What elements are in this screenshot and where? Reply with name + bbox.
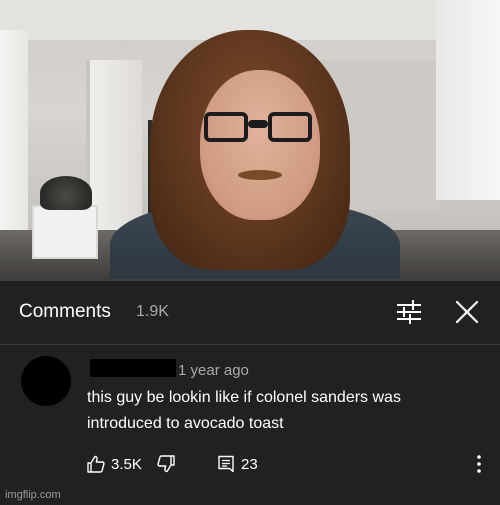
comment-text: this guy be lookin like if colonel sande…: [87, 389, 401, 432]
comments-count: 1.9K: [136, 303, 169, 320]
comment-timestamp: 1 year ago: [178, 362, 249, 379]
like-count: 3.5K: [111, 456, 142, 473]
imgflip-watermark: imgflip.com: [5, 489, 61, 501]
comments-header: Comments 1.9K: [0, 281, 500, 345]
more-vertical-icon[interactable]: [472, 453, 486, 475]
video-frame-panel: [436, 0, 500, 200]
filter-icon[interactable]: [396, 299, 422, 325]
close-icon[interactable]: [454, 299, 480, 325]
video-frame-mustache: [238, 170, 282, 180]
reply-icon[interactable]: [217, 455, 235, 473]
thumbs-up-icon[interactable]: [87, 455, 105, 473]
video-frame-glasses: [204, 112, 316, 148]
thumbs-down-icon[interactable]: [157, 455, 175, 473]
reply-count: 23: [241, 456, 258, 473]
comments-title: Comments: [19, 301, 111, 322]
video-frame-window: [0, 30, 28, 260]
avatar[interactable]: [21, 356, 71, 406]
video-frame-plant: [40, 176, 92, 210]
video-player[interactable]: [0, 0, 500, 281]
comment-actions: 3.5K 23: [87, 453, 487, 477]
comment-item: 1 year ago this guy be lookin like if co…: [0, 345, 500, 505]
author-name-redacted: [90, 359, 176, 377]
video-frame-shelf: [32, 205, 98, 259]
